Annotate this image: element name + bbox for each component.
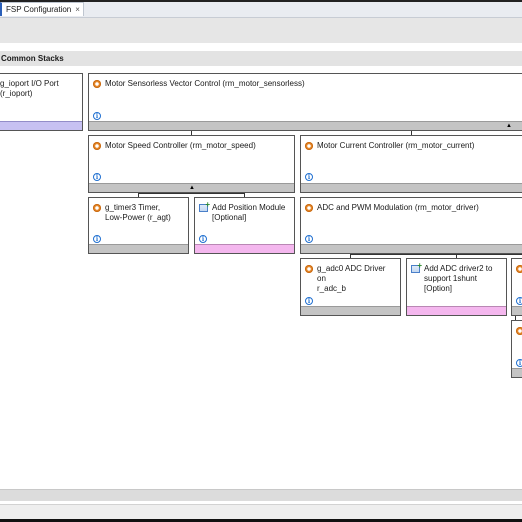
module-ioport-title: g_ioport I/O Port (r_ioport) <box>0 79 59 98</box>
collapse-icon[interactable]: ▲ <box>188 184 196 192</box>
module-add-position[interactable]: Add Position Module [Optional] i <box>194 197 295 254</box>
info-icon[interactable]: i <box>93 173 101 181</box>
module-adc0[interactable]: g_adc0 ADC Driver on r_adc_b i <box>300 258 401 316</box>
module-add-adc2[interactable]: Add ADC driver2 to support 1shunt [Optio… <box>406 258 507 316</box>
toolbar-area <box>0 18 522 43</box>
info-icon[interactable]: i <box>199 235 207 243</box>
info-icon[interactable]: i <box>305 173 313 181</box>
module-status-bar <box>512 306 522 315</box>
horizontal-scrollbar[interactable] <box>0 489 522 501</box>
add-module-icon <box>411 261 422 273</box>
tab-fsp-configuration[interactable]: FSP Configuration × <box>0 2 84 16</box>
module-timer-title: g_timer3 Timer, Low-Power (r_agt) <box>105 203 171 222</box>
module-ioport-status-bar <box>0 121 82 130</box>
info-icon[interactable]: i <box>93 112 101 120</box>
tab-label: FSP Configuration <box>6 5 72 14</box>
gear-icon <box>516 265 522 273</box>
module-motor-current[interactable]: Motor Current Controller (rm_motor_curre… <box>300 135 522 193</box>
module-status-bar <box>407 306 506 315</box>
module-partial-right-2[interactable]: i <box>511 320 522 378</box>
module-status-bar <box>195 244 294 253</box>
editor-bottom-tabs <box>0 504 522 519</box>
common-stacks-header: Common Stacks <box>0 51 522 66</box>
info-icon[interactable]: i <box>516 297 522 305</box>
gear-icon <box>93 80 101 88</box>
module-motor-speed[interactable]: Motor Speed Controller (rm_motor_speed) … <box>88 135 295 193</box>
module-adc-pwm-title: ADC and PWM Modulation (rm_motor_driver) <box>317 203 479 212</box>
module-speed-title: Motor Speed Controller (rm_motor_speed) <box>105 141 256 150</box>
gear-icon <box>305 204 313 212</box>
info-icon[interactable]: i <box>305 297 313 305</box>
gear-icon <box>305 142 313 150</box>
module-motor-sensorless[interactable]: Motor Sensorless Vector Control (rm_moto… <box>88 73 522 131</box>
gear-icon <box>93 142 101 150</box>
connector-line <box>350 254 522 255</box>
collapse-icon[interactable]: ▲ <box>505 122 513 130</box>
info-icon[interactable]: i <box>516 359 522 367</box>
gear-icon <box>305 265 313 273</box>
add-module-icon <box>199 200 210 212</box>
module-sensorless-title: Motor Sensorless Vector Control (rm_moto… <box>105 79 305 88</box>
module-partial-right-1[interactable]: i <box>511 258 522 316</box>
module-adc0-title: g_adc0 ADC Driver on r_adc_b <box>317 264 386 293</box>
module-status-bar <box>301 244 522 253</box>
info-icon[interactable]: i <box>93 235 101 243</box>
module-ioport[interactable]: g_ioport I/O Port (r_ioport) <box>0 73 83 131</box>
module-position-title: Add Position Module [Optional] <box>212 203 286 222</box>
module-status-bar <box>301 306 400 315</box>
module-status-bar <box>512 368 522 377</box>
module-status-bar <box>89 121 522 130</box>
module-adc-pwm[interactable]: ADC and PWM Modulation (rm_motor_driver)… <box>300 197 522 254</box>
info-icon[interactable]: i <box>305 235 313 243</box>
close-icon[interactable]: × <box>75 5 80 14</box>
module-adc2-title: Add ADC driver2 to support 1shunt [Optio… <box>424 264 493 293</box>
gear-icon <box>93 204 101 212</box>
module-status-bar <box>301 183 522 192</box>
gear-icon <box>516 327 522 335</box>
connector-line <box>138 193 245 194</box>
module-timer[interactable]: g_timer3 Timer, Low-Power (r_agt) i <box>88 197 189 254</box>
module-current-title: Motor Current Controller (rm_motor_curre… <box>317 141 475 150</box>
module-status-bar <box>89 244 188 253</box>
